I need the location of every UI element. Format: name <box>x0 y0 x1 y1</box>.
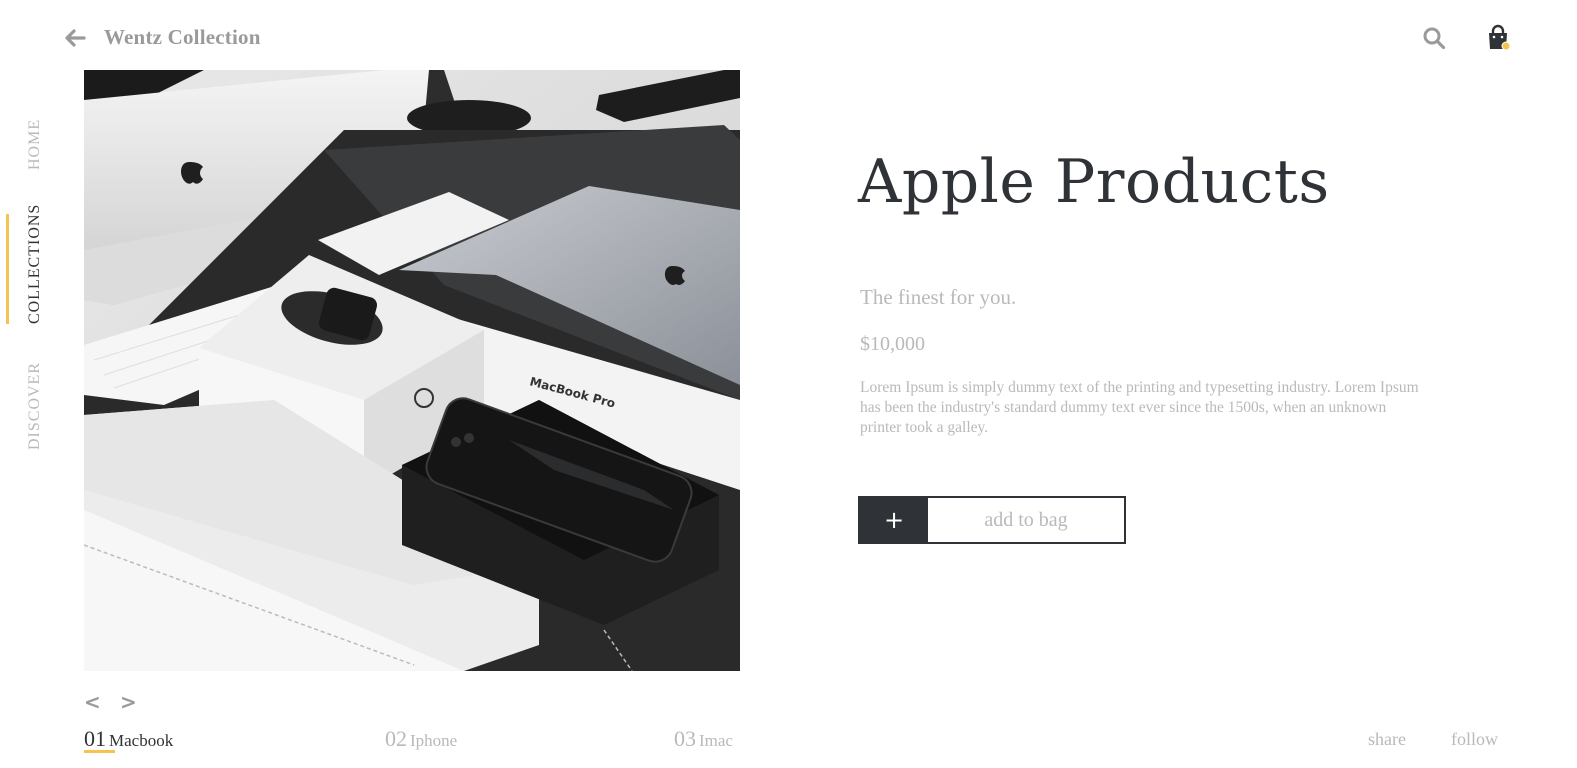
nav-item-discover[interactable]: DISCOVER <box>26 362 44 450</box>
thumb-label: Imac <box>699 731 733 750</box>
plus-icon[interactable]: + <box>860 498 928 542</box>
shopping-bag-icon[interactable] <box>1485 24 1511 52</box>
nav-active-indicator <box>6 214 9 324</box>
slider-next-button[interactable]: > <box>120 690 137 714</box>
thumb-tab-imac[interactable]: 03 Imac <box>674 726 733 752</box>
thumb-tab-iphone[interactable]: 02 Iphone <box>385 726 457 752</box>
product-image: MacBook Pro <box>84 70 740 671</box>
thumb-number: 02 <box>385 726 407 751</box>
brand-title[interactable]: Wentz Collection <box>104 25 261 50</box>
product-description: Lorem Ipsum is simply dummy text of the … <box>860 379 1419 436</box>
product-subtitle: The finest for you. <box>860 285 1017 309</box>
add-to-bag-button[interactable]: + add to bag <box>858 496 1126 544</box>
slider-prev-button[interactable]: < <box>84 690 101 714</box>
thumb-label: Macbook <box>109 731 174 750</box>
follow-link[interactable]: follow <box>1451 729 1498 750</box>
search-icon[interactable] <box>1422 26 1446 50</box>
product-title: Apple Products <box>858 147 1330 217</box>
thumb-label: Iphone <box>410 731 458 750</box>
nav-item-collections[interactable]: COLLECTIONS <box>26 204 44 324</box>
arrow-left-icon[interactable] <box>62 24 88 52</box>
nav-item-home[interactable]: HOME <box>26 119 44 170</box>
thumb-number: 01 <box>84 726 106 751</box>
product-price: $10,000 <box>860 333 925 355</box>
thumb-tab-macbook[interactable]: 01 Macbook <box>84 726 173 752</box>
thumb-number: 03 <box>674 726 696 751</box>
share-link[interactable]: share <box>1368 729 1406 750</box>
add-to-bag-label[interactable]: add to bag <box>928 498 1124 542</box>
thumb-active-underline <box>84 750 115 753</box>
